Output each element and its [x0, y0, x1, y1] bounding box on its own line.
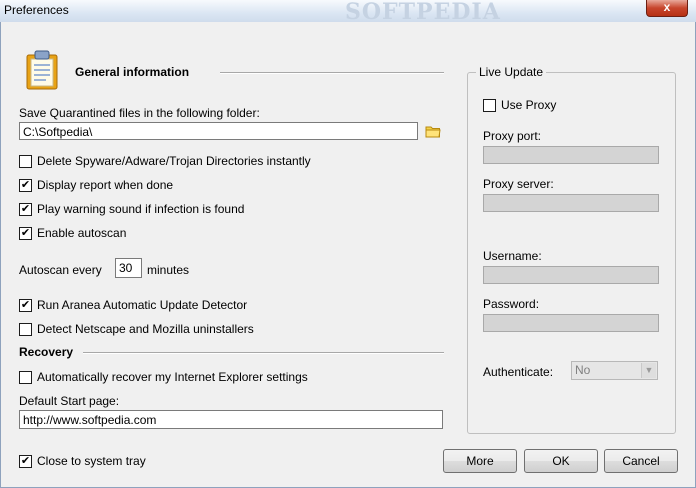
label-enable-autoscan: Enable autoscan	[37, 226, 127, 240]
authenticate-value: No	[575, 363, 591, 377]
checkbox-recover-ie[interactable]	[19, 371, 32, 384]
autoscan-suffix-label: minutes	[147, 263, 190, 277]
label-close-to-tray: Close to system tray	[37, 454, 146, 468]
password-input[interactable]	[483, 314, 659, 332]
password-label: Password:	[483, 297, 540, 311]
proxy-server-input[interactable]	[483, 194, 659, 212]
username-input[interactable]	[483, 266, 659, 284]
label-recover-ie: Automatically recover my Internet Explor…	[37, 370, 308, 384]
proxy-port-input[interactable]	[483, 146, 659, 164]
general-divider	[220, 72, 444, 74]
start-page-label: Default Start page:	[19, 394, 120, 408]
folder-input[interactable]: C:\Softpedia\	[19, 122, 418, 140]
folder-label: Save Quarantined files in the following …	[19, 106, 260, 120]
clipboard-icon	[22, 48, 66, 92]
checkbox-delete-directories[interactable]	[19, 155, 32, 168]
authenticate-select[interactable]: No ▼	[571, 361, 658, 380]
proxy-server-label: Proxy server:	[483, 177, 554, 191]
checkbox-detect-uninstallers[interactable]	[19, 323, 32, 336]
label-display-report: Display report when done	[37, 178, 174, 192]
ok-button[interactable]: OK	[524, 449, 598, 473]
label-detect-uninstallers: Detect Netscape and Mozilla uninstallers	[37, 322, 254, 336]
window-title: Preferences	[4, 3, 69, 17]
checkbox-warning-sound[interactable]: ✔	[19, 203, 32, 216]
folder-browse-icon[interactable]	[425, 125, 441, 138]
recovery-heading: Recovery	[19, 345, 74, 359]
close-button[interactable]: x	[646, 0, 688, 17]
checkbox-close-to-tray[interactable]: ✔	[19, 455, 32, 468]
chevron-down-icon: ▼	[641, 363, 656, 378]
title-bar: Preferences SOFTPEDIA x	[0, 0, 696, 25]
label-warning-sound: Play warning sound if infection is found	[37, 202, 245, 216]
checkbox-update-detector[interactable]: ✔	[19, 299, 32, 312]
checkbox-use-proxy[interactable]	[483, 99, 496, 112]
live-update-title: Live Update	[476, 65, 547, 79]
autoscan-minutes-input[interactable]: 30	[115, 258, 142, 278]
checkbox-display-report[interactable]: ✔	[19, 179, 32, 192]
authenticate-label: Authenticate:	[483, 365, 554, 379]
cancel-button[interactable]: Cancel	[604, 449, 678, 473]
start-page-input[interactable]: http://www.softpedia.com	[19, 410, 443, 429]
autoscan-prefix-label: Autoscan every	[19, 263, 102, 277]
label-use-proxy: Use Proxy	[501, 98, 557, 112]
label-delete-directories: Delete Spyware/Adware/Trojan Directories…	[37, 154, 311, 168]
proxy-port-label: Proxy port:	[483, 129, 542, 143]
label-update-detector: Run Aranea Automatic Update Detector	[37, 298, 248, 312]
username-label: Username:	[483, 249, 542, 263]
checkbox-enable-autoscan[interactable]: ✔	[19, 227, 32, 240]
general-heading: General information	[75, 65, 190, 79]
more-button[interactable]: More	[443, 449, 517, 473]
recovery-divider	[83, 352, 444, 354]
